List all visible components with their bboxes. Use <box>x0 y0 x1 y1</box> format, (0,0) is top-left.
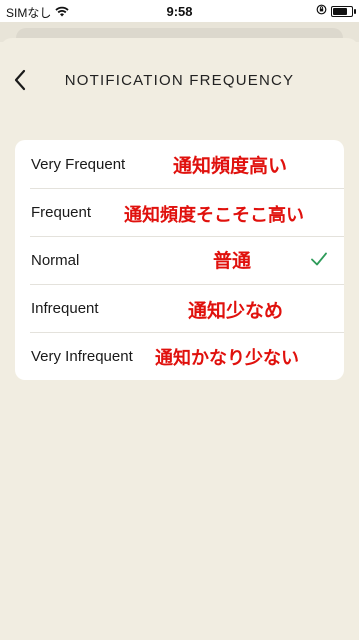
option-frequent[interactable]: Frequent 通知頻度そこそこ高い <box>15 188 344 236</box>
annotation-label: 通知少なめ <box>188 301 284 322</box>
annotation-label: 通知頻度高い <box>173 156 288 177</box>
option-very-frequent[interactable]: Very Frequent 通知頻度高い <box>15 140 344 188</box>
annotation-label: 通知頻度そこそこ高い <box>124 205 304 225</box>
option-label: Normal <box>31 251 80 269</box>
option-label: Infrequent <box>31 299 99 317</box>
page-title: NOTIFICATION FREQUENCY <box>64 72 295 89</box>
battery-icon <box>331 5 356 17</box>
status-right <box>316 4 356 18</box>
orientation-lock-icon <box>316 4 327 18</box>
annotation-label: 通知かなり少ない <box>155 348 299 368</box>
navigation-header: NOTIFICATION FREQUENCY <box>0 58 359 102</box>
frequency-options-list: Very Frequent 通知頻度高い Frequent 通知頻度そこそこ高い… <box>15 140 344 380</box>
checkmark-icon <box>311 252 327 266</box>
option-label: Very Frequent <box>31 155 126 173</box>
annotation-label: 普通 <box>213 251 252 272</box>
status-bar: SIMなし 9:58 <box>0 0 359 22</box>
option-label: Very Infrequent <box>31 347 133 365</box>
status-time: 9:58 <box>166 4 193 19</box>
option-normal[interactable]: Normal 普通 <box>15 236 344 284</box>
option-label: Frequent <box>31 203 92 221</box>
option-very-infrequent[interactable]: Very Infrequent 通知かなり少ない <box>15 332 344 380</box>
option-infrequent[interactable]: Infrequent 通知少なめ <box>15 284 344 332</box>
